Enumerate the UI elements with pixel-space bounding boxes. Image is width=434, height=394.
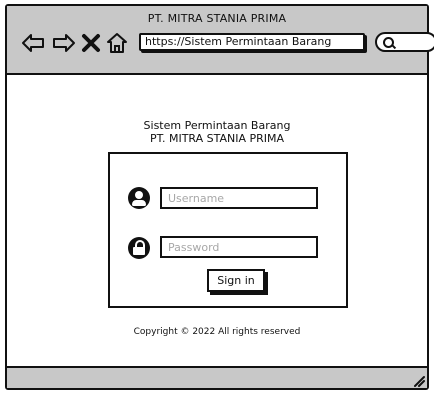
company-name: PT. MITRA STANIA PRIMA bbox=[149, 132, 285, 145]
window-title: PT. MITRA STANIA PRIMA bbox=[147, 12, 287, 25]
sign-in-button[interactable]: Sign in bbox=[207, 269, 265, 292]
home-icon[interactable] bbox=[105, 31, 129, 55]
username-input[interactable] bbox=[160, 187, 318, 209]
browser-window: PT. MITRA STANIA PRIMA https://Sistem Pe… bbox=[5, 4, 434, 390]
password-input[interactable] bbox=[160, 236, 318, 258]
app-title: Sistem Permintaan Barang bbox=[143, 119, 291, 132]
user-icon bbox=[128, 187, 150, 209]
browser-titlebar: PT. MITRA STANIA PRIMA https://Sistem Pe… bbox=[7, 6, 434, 75]
browser-statusbar bbox=[7, 366, 427, 388]
lock-icon bbox=[128, 237, 150, 259]
login-heading: Sistem Permintaan Barang PT. MITRA STANI… bbox=[7, 119, 427, 145]
resize-grip-icon[interactable] bbox=[411, 373, 425, 387]
arrow-left-icon[interactable] bbox=[21, 31, 45, 55]
address-bar[interactable]: https://Sistem Permintaan Barang bbox=[139, 33, 365, 51]
login-form: Sign in bbox=[108, 152, 348, 308]
copyright-text: Copyright © 2022 All rights reserved bbox=[133, 327, 301, 337]
close-icon[interactable] bbox=[79, 31, 103, 55]
arrow-right-icon[interactable] bbox=[52, 31, 76, 55]
search-field[interactable] bbox=[375, 32, 434, 52]
search-icon bbox=[383, 37, 394, 48]
